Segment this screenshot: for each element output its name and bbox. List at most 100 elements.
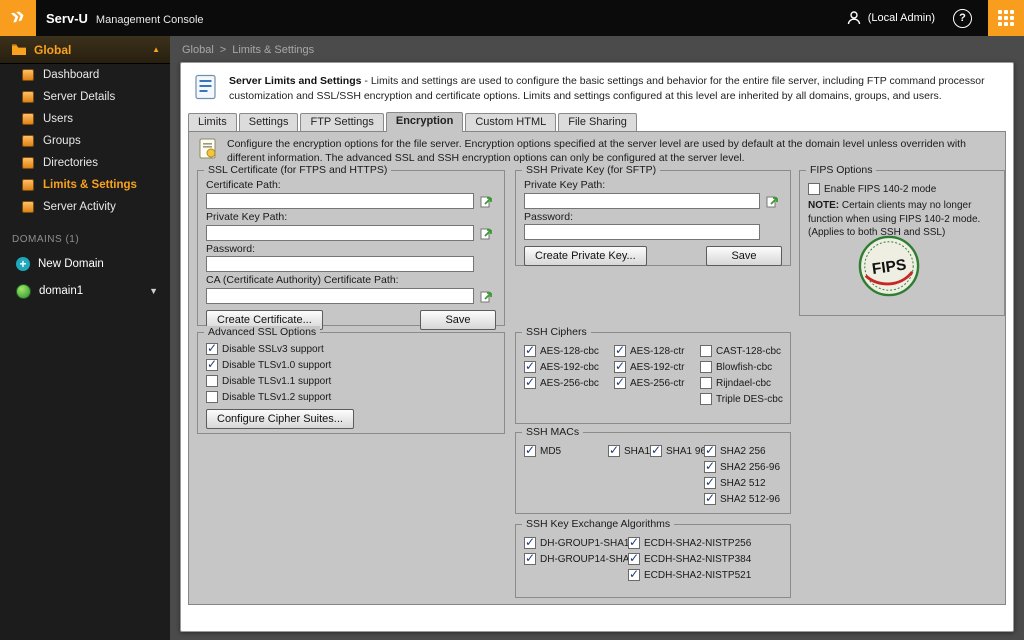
browse-icon (480, 194, 494, 208)
checkbox-aes-128-ctr[interactable] (614, 345, 626, 357)
ssh-password-label: Password: (524, 211, 782, 223)
tab-encryption[interactable]: Encryption (386, 112, 463, 132)
advanced-ssl-legend: Advanced SSL Options (204, 326, 320, 338)
tab-ftp-settings[interactable]: FTP Settings (300, 113, 383, 131)
fips-140-2-badge: FIPS (858, 235, 920, 297)
account-menu[interactable]: (Local Admin) (846, 10, 935, 26)
checkbox-disable-tlsv11[interactable] (206, 375, 218, 387)
tab-file-sharing[interactable]: File Sharing (558, 113, 637, 131)
checkbox-aes-256-cbc[interactable] (524, 377, 536, 389)
sidebar-section-global[interactable]: Global ▲ (0, 36, 170, 64)
checkbox-triple-des-cbc[interactable] (700, 393, 712, 405)
users-icon (22, 113, 34, 125)
chevron-down-icon: ▼ (149, 286, 158, 296)
sidebar-item-server-activity[interactable]: Server Activity (0, 196, 170, 218)
encryption-intro-text: Configure the encryption options for the… (227, 138, 995, 165)
new-domain-button[interactable]: New Domain (0, 251, 170, 277)
chevron-up-icon: ▲ (152, 45, 160, 54)
ssl-certificate-group: SSL Certificate (for FTPS and HTTPS) Cer… (197, 170, 505, 326)
checkbox-sha1[interactable] (608, 445, 620, 457)
checkbox-enable-fips[interactable] (808, 183, 820, 195)
checkbox-dh-group14-sha1[interactable] (524, 553, 536, 565)
ca-certificate-path-input[interactable] (206, 288, 474, 304)
limits-settings-page-icon (193, 74, 219, 100)
checkbox-sha2-256[interactable] (704, 445, 716, 457)
tab-settings[interactable]: Settings (239, 113, 299, 131)
checkbox-ecdh-sha2-nistp384[interactable] (628, 553, 640, 565)
checkbox-disable-tlsv10[interactable] (206, 359, 218, 371)
ssh-private-key-path-input[interactable] (524, 193, 760, 209)
top-bar: » Serv-U Management Console (Local Admin… (0, 0, 1024, 36)
checkbox-sha2-256-96[interactable] (704, 461, 716, 473)
checkbox-sha1-96[interactable] (650, 445, 662, 457)
tab-custom-html[interactable]: Custom HTML (465, 113, 556, 131)
globe-icon (16, 284, 31, 299)
ssl-save-button[interactable]: Save (420, 310, 496, 330)
certificate-path-browse-button[interactable] (478, 192, 496, 209)
account-label: (Local Admin) (868, 12, 935, 24)
checkbox-rijndael-cbc[interactable] (700, 377, 712, 389)
encryption-intro: Configure the encryption options for the… (197, 138, 995, 165)
content-panel: Server Limits and Settings - Limits and … (180, 62, 1014, 632)
sidebar-item-dashboard[interactable]: Dashboard (0, 64, 170, 86)
checkbox-aes-192-cbc[interactable] (524, 361, 536, 373)
main-area: Global > Limits & Settings Server Limits… (170, 36, 1024, 640)
help-button[interactable]: ? (953, 9, 972, 28)
sidebar-item-server-details[interactable]: Server Details (0, 86, 170, 108)
sidebar-item-limits-settings[interactable]: Limits & Settings (0, 174, 170, 196)
limits-settings-icon (22, 179, 34, 191)
sidebar-item-directories[interactable]: Directories (0, 152, 170, 174)
ssl-password-input[interactable] (206, 256, 474, 272)
checkbox-ecdh-sha2-nistp521[interactable] (628, 569, 640, 581)
sidebar-item-domain1[interactable]: domain1 ▼ (0, 277, 170, 305)
certificate-path-input[interactable] (206, 193, 474, 209)
solarwinds-logo: » (0, 0, 36, 36)
ca-path-browse-button[interactable] (478, 287, 496, 304)
sidebar: Global ▲ Dashboard Server Details Users … (0, 36, 170, 640)
checkbox-blowfish-cbc[interactable] (700, 361, 712, 373)
checkbox-sha2-512-96[interactable] (704, 493, 716, 505)
encryption-info-icon (197, 138, 219, 160)
server-details-icon (22, 91, 34, 103)
directories-icon (22, 157, 34, 169)
sidebar-item-groups[interactable]: Groups (0, 130, 170, 152)
app-grid-button[interactable] (988, 0, 1024, 36)
page-title: Server Limits and Settings (229, 75, 361, 87)
checkbox-aes-192-ctr[interactable] (614, 361, 626, 373)
groups-icon (22, 135, 34, 147)
ssh-private-key-legend: SSH Private Key (for SFTP) (522, 164, 660, 176)
tab-limits[interactable]: Limits (188, 113, 237, 131)
checkbox-disable-tlsv12[interactable] (206, 391, 218, 403)
checkbox-cast-128-cbc[interactable] (700, 345, 712, 357)
breadcrumb-separator: > (220, 44, 226, 56)
ssl-private-key-path-label: Private Key Path: (206, 211, 496, 223)
checkbox-disable-sslv3[interactable] (206, 343, 218, 355)
checkbox-aes-256-ctr[interactable] (614, 377, 626, 389)
private-key-path-browse-button[interactable] (478, 224, 496, 241)
ssh-save-button[interactable]: Save (706, 246, 782, 266)
checkbox-ecdh-sha2-nistp256[interactable] (628, 537, 640, 549)
brand-name: Serv-U (46, 11, 88, 26)
dashboard-icon (22, 69, 34, 81)
breadcrumb-global[interactable]: Global (182, 44, 214, 56)
ssh-key-path-browse-button[interactable] (764, 192, 782, 209)
ssh-private-key-path-label: Private Key Path: (524, 179, 782, 191)
browse-icon (766, 194, 780, 208)
ssh-kex-group: SSH Key Exchange Algorithms DH-GROUP1-SH… (515, 524, 791, 598)
sidebar-item-users[interactable]: Users (0, 108, 170, 130)
plus-icon (16, 257, 30, 271)
configure-cipher-suites-button[interactable]: Configure Cipher Suites... (206, 409, 354, 429)
ssh-macs-legend: SSH MACs (522, 426, 583, 438)
brand-suffix: Management Console (96, 14, 204, 26)
browse-icon (480, 289, 494, 303)
create-private-key-button[interactable]: Create Private Key... (524, 246, 647, 266)
checkbox-sha2-512[interactable] (704, 477, 716, 489)
ssh-password-input[interactable] (524, 224, 760, 240)
solarwinds-logo-glyph: » (9, 3, 28, 30)
tab-bar: Limits Settings FTP Settings Encryption … (181, 112, 1013, 131)
checkbox-dh-group1-sha1[interactable] (524, 537, 536, 549)
checkbox-md5[interactable] (524, 445, 536, 457)
fips-options-legend: FIPS Options (806, 164, 876, 176)
ssl-private-key-path-input[interactable] (206, 225, 474, 241)
checkbox-aes-128-cbc[interactable] (524, 345, 536, 357)
